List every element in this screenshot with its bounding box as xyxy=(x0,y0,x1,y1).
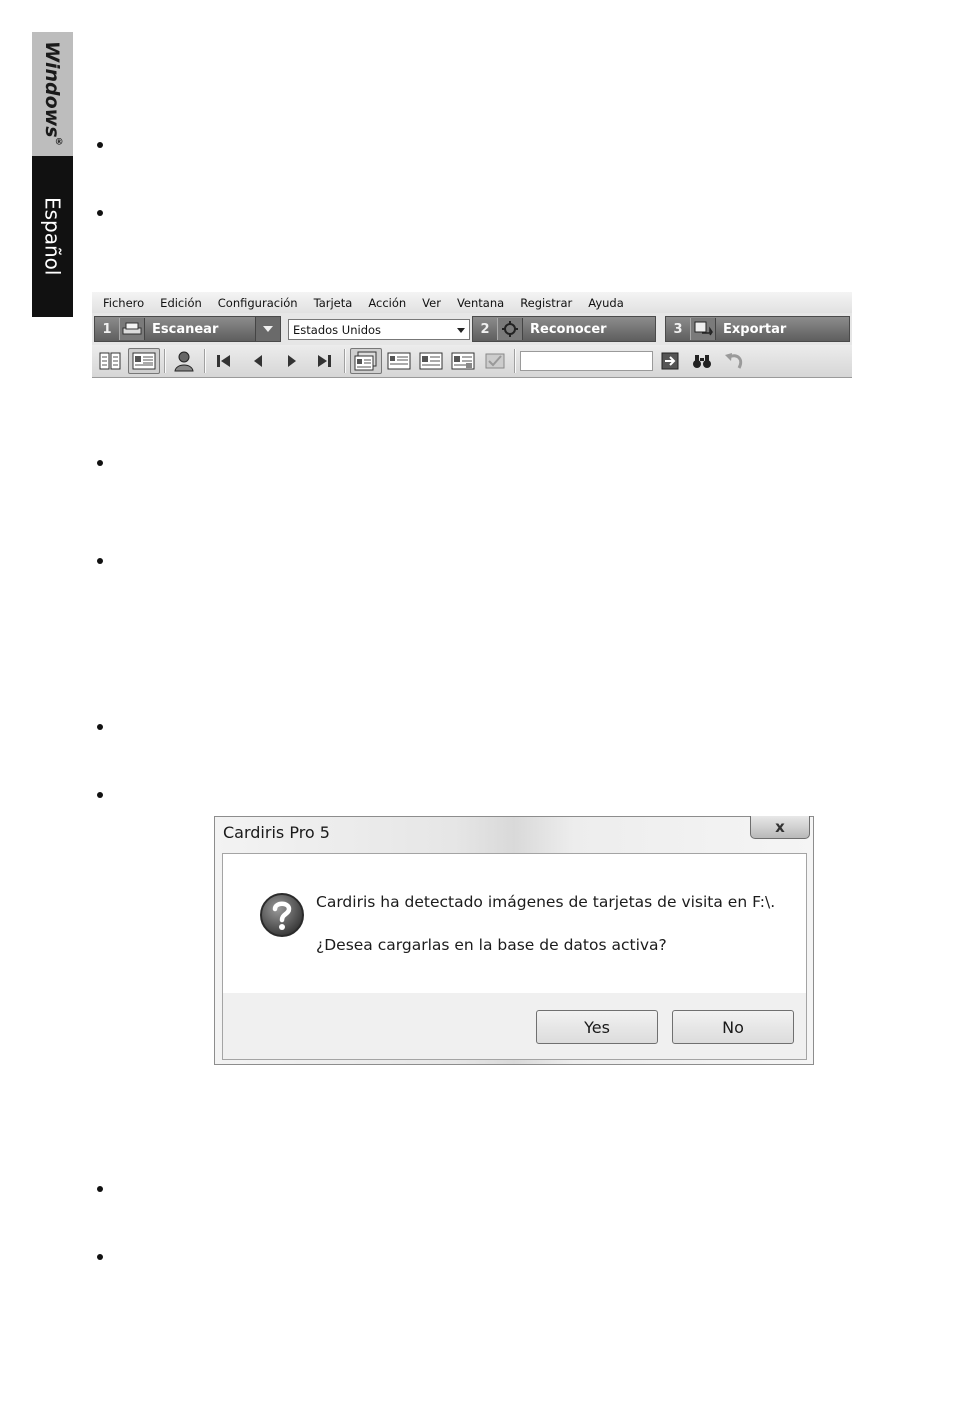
scan-step-label: Escanear xyxy=(152,321,219,337)
validate-icon xyxy=(485,353,505,369)
menu-registrar[interactable]: Registrar xyxy=(512,296,580,310)
detect-images-dialog: Cardiris Pro 5 x Cardiris ha detectado i… xyxy=(214,816,814,1065)
toolbar-separator xyxy=(344,349,346,373)
menu-ayuda[interactable]: Ayuda xyxy=(580,296,632,310)
chevron-down-icon xyxy=(457,328,465,333)
language-tab-label: Español xyxy=(40,197,65,276)
toolbar-separator xyxy=(514,349,516,373)
validate-button[interactable] xyxy=(480,348,510,374)
dialog-title: Cardiris Pro 5 xyxy=(223,823,330,842)
yes-button[interactable]: Yes xyxy=(536,1010,658,1044)
recognize-step-label: Reconocer xyxy=(530,321,607,337)
first-icon xyxy=(217,355,230,367)
bullet xyxy=(97,792,105,800)
recognize-icon xyxy=(497,318,523,340)
no-button[interactable]: No xyxy=(672,1010,794,1044)
menu-ventana[interactable]: Ventana xyxy=(449,296,512,310)
arrow-right-icon xyxy=(661,352,679,370)
menu-configuracion[interactable]: Configuración xyxy=(210,296,306,310)
go-button[interactable] xyxy=(656,348,684,374)
dialog-body: Cardiris ha detectado imágenes de tarjet… xyxy=(222,853,807,1060)
dialog-footer: Yes No xyxy=(223,993,806,1059)
bullet xyxy=(97,1186,105,1194)
list-view-button[interactable] xyxy=(96,348,124,374)
image-view-icon xyxy=(419,352,443,370)
previous-icon xyxy=(254,355,262,367)
bullet xyxy=(97,724,105,732)
toolbar-separator xyxy=(164,349,166,373)
next-record-button[interactable] xyxy=(278,348,306,374)
country-select[interactable]: Estados Unidos xyxy=(288,319,470,340)
dialog-message-line2: ¿Desea cargarlas en la base de datos act… xyxy=(316,936,667,954)
menu-bar: Fichero Edición Configuración Tarjeta Ac… xyxy=(92,292,852,313)
menu-tarjeta[interactable]: Tarjeta xyxy=(306,296,361,310)
close-icon: x xyxy=(775,818,785,836)
text-view-button[interactable] xyxy=(384,348,414,374)
scan-step-button[interactable]: 1 Escanear xyxy=(94,316,281,342)
undo-icon xyxy=(725,353,743,369)
menu-ver[interactable]: Ver xyxy=(414,296,449,310)
menu-edicion[interactable]: Edición xyxy=(152,296,210,310)
previous-record-button[interactable] xyxy=(244,348,272,374)
dialog-message-line1: Cardiris ha detectado imágenes de tarjet… xyxy=(316,893,776,911)
tool-row xyxy=(92,345,852,377)
image-view-button[interactable] xyxy=(416,348,446,374)
close-button[interactable]: x xyxy=(750,816,810,839)
image-text-view-icon xyxy=(354,351,377,371)
step-bar: 1 Escanear Estados Unidos 2 Reconocer 3 xyxy=(92,316,852,343)
question-icon xyxy=(259,892,305,942)
first-record-button[interactable] xyxy=(210,348,238,374)
export-step-label: Exportar xyxy=(723,321,787,337)
card-view-icon xyxy=(132,352,156,370)
toolbar-separator xyxy=(204,349,206,373)
bullet xyxy=(97,558,105,566)
export-icon xyxy=(690,318,716,340)
front-back-view-icon xyxy=(451,352,475,370)
scanner-icon xyxy=(119,318,145,340)
text-view-icon xyxy=(387,352,411,370)
image-text-view-button[interactable] xyxy=(350,348,382,374)
card-view-button[interactable] xyxy=(128,348,160,374)
country-select-value: Estados Unidos xyxy=(293,322,382,337)
step-number: 3 xyxy=(673,321,683,337)
export-step-button[interactable]: 3 Exportar xyxy=(665,316,850,342)
menu-fichero[interactable]: Fichero xyxy=(92,296,152,310)
menu-accion[interactable]: Acción xyxy=(360,296,414,310)
step-number: 2 xyxy=(480,321,490,337)
last-icon xyxy=(318,355,331,367)
front-back-view-button[interactable] xyxy=(448,348,478,374)
bullet xyxy=(97,460,105,468)
list-view-icon xyxy=(99,352,121,370)
find-button[interactable] xyxy=(688,348,716,374)
language-tab: Español xyxy=(32,156,73,317)
person-icon xyxy=(174,351,194,372)
search-input[interactable] xyxy=(520,351,653,371)
bullet xyxy=(97,142,105,150)
next-icon xyxy=(288,355,296,367)
contact-button[interactable] xyxy=(170,348,198,374)
bullet xyxy=(97,1254,105,1262)
recognize-step-button[interactable]: 2 Reconocer xyxy=(472,316,656,342)
last-record-button[interactable] xyxy=(310,348,338,374)
binoculars-icon xyxy=(693,355,711,368)
step-number: 1 xyxy=(102,321,112,337)
scan-dropdown-arrow[interactable] xyxy=(255,317,280,341)
app-toolbar-screenshot: Fichero Edición Configuración Tarjeta Ac… xyxy=(92,292,852,378)
bullet xyxy=(97,210,105,218)
windows-tab: Windows® xyxy=(32,32,73,156)
undo-button[interactable] xyxy=(720,348,748,374)
windows-tab-label: Windows® xyxy=(40,40,65,148)
